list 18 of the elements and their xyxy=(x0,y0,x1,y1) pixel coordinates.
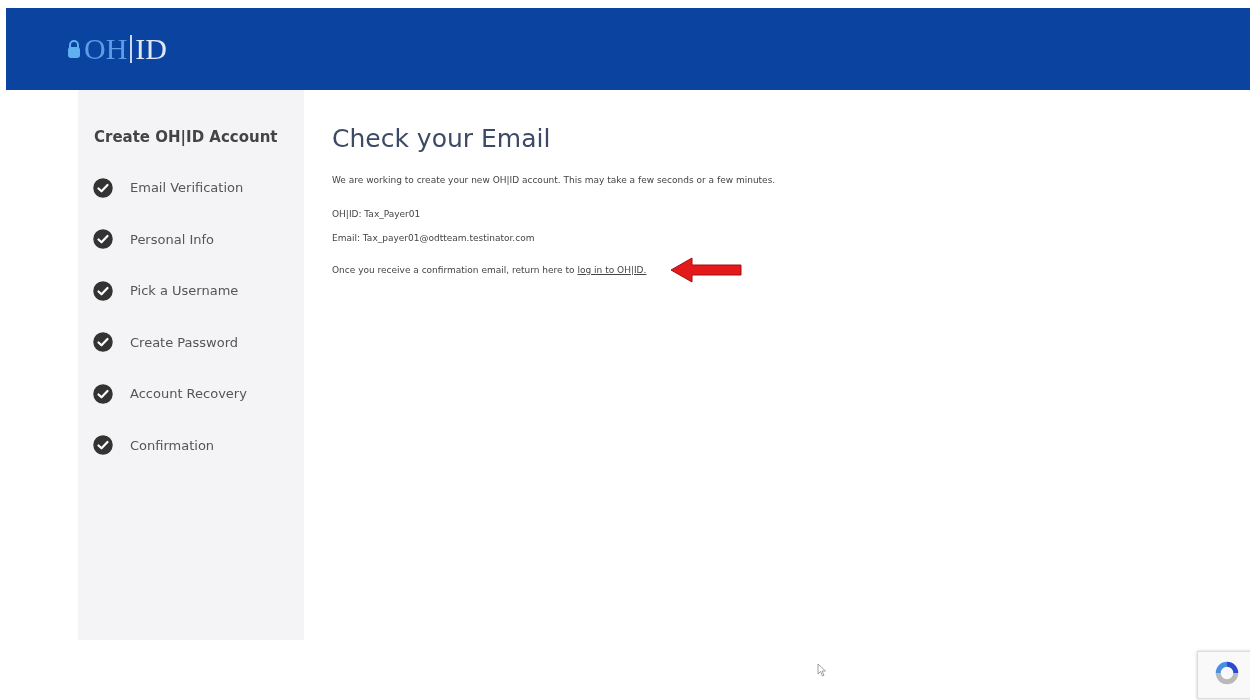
step-label: Account Recovery xyxy=(130,386,247,402)
return-text: Once you receive a confirmation email, return here to xyxy=(332,265,575,275)
step-label: Confirmation xyxy=(130,437,215,453)
step-label: Email Verification xyxy=(130,180,244,196)
step-label: Create Password xyxy=(130,334,239,350)
login-link[interactable]: log in to OH|ID. xyxy=(577,265,647,275)
logo-text: ID xyxy=(135,32,167,66)
logo-text: OH xyxy=(84,32,128,66)
page-title: Check your Email xyxy=(332,124,552,153)
step-label: Pick a Username xyxy=(130,283,239,299)
intro-text: We are working to create your new OH|ID account. This may take a few seconds or a few minutes. xyxy=(332,175,776,185)
cursor-icon xyxy=(817,663,827,677)
email-text: Email: Tax_payer01@odtteam.testinator.com xyxy=(332,233,536,243)
arrow-icon xyxy=(670,257,743,283)
ohid-text: OH|ID: Tax_Payer01 xyxy=(332,209,422,219)
step-label: Personal Info xyxy=(130,231,214,247)
sidebar-title: Create OH|ID Account xyxy=(94,128,279,146)
padlock-icon xyxy=(67,39,81,59)
